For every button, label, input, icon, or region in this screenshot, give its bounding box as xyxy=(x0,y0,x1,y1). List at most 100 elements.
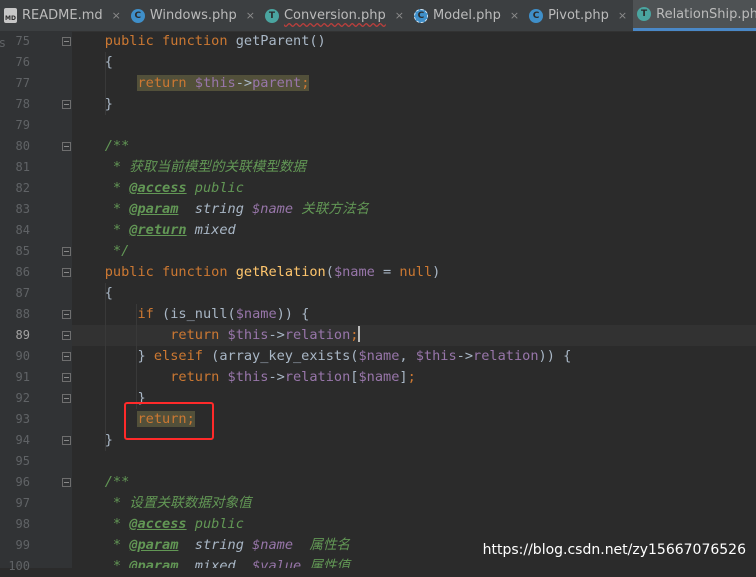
close-tab-icon[interactable]: × xyxy=(395,9,404,22)
line-number: 77 xyxy=(15,76,30,90)
line-number-gutter: s 75 76 77 78 79 80 81 82 83 84 85 86 87 88 89 90 91 92 93… xyxy=(0,31,72,573)
tab-model-php[interactable]: C Model.php × xyxy=(410,0,525,31)
line-number: 88 xyxy=(15,307,30,321)
code-token: $this xyxy=(194,75,236,91)
code-line: } elseif (array_key_exists($name, $this-… xyxy=(72,346,571,367)
close-tab-icon[interactable]: × xyxy=(618,9,627,22)
line-number: 76 xyxy=(15,55,30,69)
code-token: 关联方法名 xyxy=(293,201,370,217)
editor-tab-bar: MD README.md × C Windows.php × T Conversion.php… xyxy=(0,0,756,32)
tab-label: Windows.php xyxy=(149,8,237,23)
code-token: * xyxy=(112,516,130,532)
code-line: return $this->relation; xyxy=(72,325,361,346)
code-token: @param xyxy=(129,201,179,217)
fold-marker-icon[interactable] xyxy=(62,268,71,277)
php-abstract-class-icon: C xyxy=(413,8,428,23)
code-token: @param xyxy=(129,537,179,553)
code-token: @param xyxy=(129,558,179,568)
code-line: return $this->relation[$name]; xyxy=(72,367,416,388)
code-token: = xyxy=(374,264,400,280)
line-number: 80 xyxy=(15,139,30,153)
code-line: /** xyxy=(72,136,130,157)
line-number: 97 xyxy=(15,496,30,510)
php-trait-icon: T xyxy=(264,8,279,23)
code-token: -> xyxy=(268,327,285,343)
fold-marker-icon[interactable] xyxy=(62,310,71,319)
code-token: @return xyxy=(129,222,187,238)
code-token: ] xyxy=(399,369,408,385)
line-number: 96 xyxy=(15,475,30,489)
fold-marker-icon[interactable] xyxy=(62,142,71,151)
code-token: mixed xyxy=(194,222,236,238)
tab-label: Model.php xyxy=(432,8,501,23)
code-token: -> xyxy=(235,75,253,91)
text-caret xyxy=(358,326,361,342)
code-token: * xyxy=(112,537,130,553)
code-token: if xyxy=(137,306,154,322)
close-tab-icon[interactable]: × xyxy=(112,9,121,22)
code-token: 属性值 xyxy=(301,558,351,568)
fold-marker-icon[interactable] xyxy=(62,478,71,487)
code-token: $name xyxy=(358,348,400,364)
code-token: /** xyxy=(104,474,130,490)
fold-marker-icon[interactable] xyxy=(62,394,71,403)
fold-marker-icon[interactable] xyxy=(62,247,71,256)
fold-marker-icon[interactable] xyxy=(62,100,71,109)
code-token: string xyxy=(194,537,244,553)
line-number: 79 xyxy=(15,118,30,132)
code-line: } xyxy=(72,94,113,115)
code-editor[interactable]: public function getParent() { return $th… xyxy=(72,31,756,568)
code-token: return xyxy=(170,369,220,385)
tab-conversion-php[interactable]: T Conversion.php × xyxy=(261,0,410,31)
code-token: return xyxy=(137,75,187,91)
code-line: * @access public xyxy=(72,514,244,535)
code-token: function xyxy=(162,264,228,280)
tab-relationship-php[interactable]: TRelationShip.php× xyxy=(633,0,756,31)
code-token: $value xyxy=(252,558,302,568)
code-token: mixed xyxy=(194,558,236,568)
code-token: )) { xyxy=(276,306,310,322)
line-number: 89 xyxy=(15,328,30,342)
code-token: $this xyxy=(227,369,269,385)
tab-label: RelationShip.php xyxy=(656,6,756,22)
code-token: } xyxy=(72,348,154,364)
tab-pivot-php[interactable]: C Pivot.php × xyxy=(525,0,633,31)
code-token: elseif xyxy=(153,348,203,364)
code-token: $name xyxy=(235,306,277,322)
fold-marker-icon[interactable] xyxy=(62,331,71,340)
close-tab-icon[interactable]: × xyxy=(510,9,519,22)
code-token: * 获取当前模型的关联模型数据 xyxy=(112,159,307,175)
code-token: $name xyxy=(252,537,293,553)
line-number: 87 xyxy=(15,286,30,300)
tab-label: README.md xyxy=(22,8,103,23)
code-line: * 获取当前模型的关联模型数据 xyxy=(72,157,306,178)
highlight-annotation-box xyxy=(124,402,214,440)
fold-marker-icon[interactable] xyxy=(62,436,71,445)
close-tab-icon[interactable]: × xyxy=(246,9,255,22)
tab-windows-php[interactable]: C Windows.php × xyxy=(127,0,261,31)
line-number: 85 xyxy=(15,244,30,258)
fold-marker-icon[interactable] xyxy=(62,352,71,361)
code-token: )) { xyxy=(538,348,572,364)
line-number: 75 xyxy=(15,34,30,48)
code-token: public xyxy=(186,516,244,532)
code-token: ; xyxy=(350,327,359,343)
code-token: function xyxy=(162,33,228,49)
code-line: if (is_null($name)) { xyxy=(72,304,309,325)
code-line: * @param string $name 属性名 xyxy=(72,535,350,556)
fold-marker-icon[interactable] xyxy=(62,373,71,382)
fold-marker-icon[interactable] xyxy=(62,37,71,46)
tab-readme-md[interactable]: MD README.md × xyxy=(0,0,127,31)
